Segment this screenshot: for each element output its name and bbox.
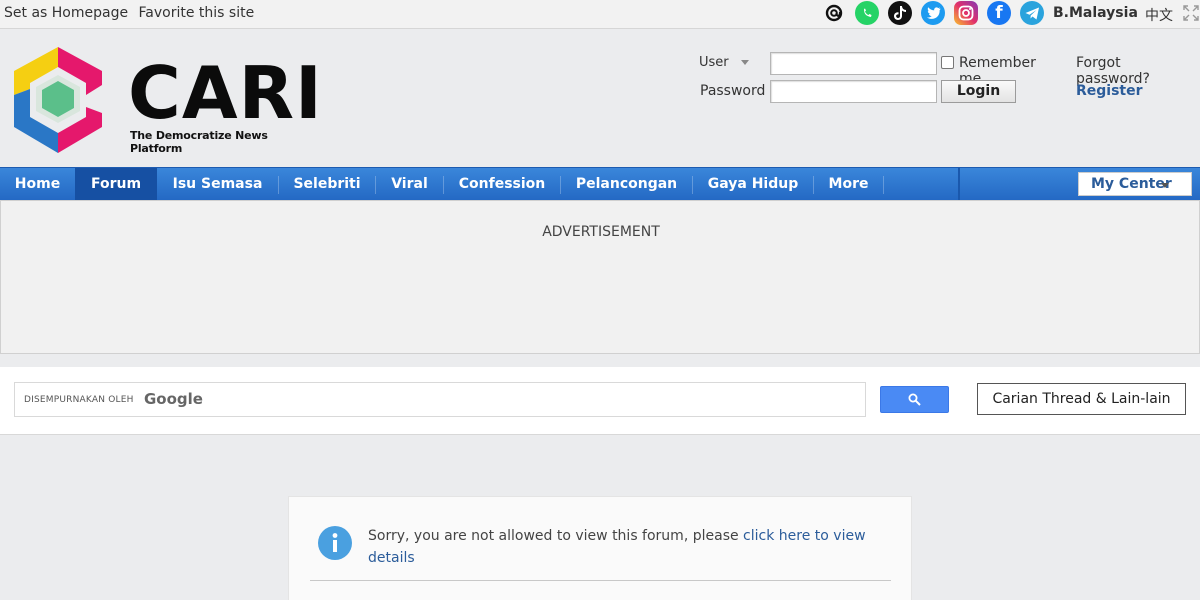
site-logo[interactable]: CARI The Democratize News Platform — [8, 43, 322, 155]
notice-message: Sorry, you are not allowed to view this … — [368, 525, 888, 569]
telegram-icon[interactable] — [1020, 1, 1044, 25]
nav-item-selebriti[interactable]: Selebriti — [279, 168, 375, 200]
permission-notice: Sorry, you are not allowed to view this … — [288, 496, 912, 600]
nav-separator — [883, 176, 884, 194]
logo-wordmark: CARI — [128, 51, 323, 135]
register-link[interactable]: Register — [1076, 83, 1143, 99]
language-chinese[interactable]: 中文 — [1145, 5, 1173, 25]
tiktok-icon[interactable] — [888, 1, 912, 25]
nav-item-forum[interactable]: Forum — [75, 168, 157, 200]
remember-me-checkbox[interactable] — [941, 56, 954, 69]
password-label: Password — [700, 83, 766, 99]
favorite-site-link[interactable]: Favorite this site — [139, 5, 255, 21]
whatsapp-icon[interactable] — [855, 1, 879, 25]
notice-divider — [310, 580, 891, 581]
threads-icon[interactable] — [822, 1, 846, 25]
powered-by-label: DISEMPURNAKAN OLEH — [24, 395, 134, 405]
advertisement-label: ADVERTISEMENT — [542, 224, 660, 240]
nav-item-confession[interactable]: Confession — [444, 168, 560, 200]
user-label[interactable]: User — [699, 55, 729, 70]
my-center-label: My Center — [1091, 176, 1172, 192]
carian-thread-button[interactable]: Carian Thread & Lain-lain — [977, 383, 1186, 415]
fullscreen-icon[interactable] — [1183, 5, 1199, 25]
set-homepage-link[interactable]: Set as Homepage — [4, 5, 128, 21]
logo-tagline: The Democratize News Platform — [130, 129, 268, 155]
search-icon — [908, 393, 921, 406]
chevron-down-icon — [1161, 183, 1169, 188]
google-search-input[interactable]: DISEMPURNAKAN OLEH Google — [14, 382, 866, 417]
search-bar: DISEMPURNAKAN OLEH Google Carian Thread … — [0, 367, 1200, 435]
login-button[interactable]: Login — [941, 80, 1016, 103]
nav-item-home[interactable]: Home — [0, 168, 75, 200]
top-bar: Set as Homepage Favorite this site f B.M… — [0, 0, 1200, 29]
user-dropdown-caret-icon[interactable] — [741, 60, 749, 65]
password-input[interactable] — [770, 80, 937, 103]
notice-text: Sorry, you are not allowed to view this … — [368, 528, 744, 544]
nav-item-pelancongan[interactable]: Pelancongan — [561, 168, 692, 200]
main-nav: Home Forum Isu Semasa Selebriti Viral Co… — [0, 167, 1200, 200]
google-search-button[interactable] — [880, 386, 949, 413]
top-links: Set as Homepage Favorite this site — [4, 5, 260, 21]
nav-item-more[interactable]: More — [814, 168, 883, 200]
username-input[interactable] — [770, 52, 937, 75]
nav-divider — [958, 168, 960, 200]
nav-item-viral[interactable]: Viral — [376, 168, 443, 200]
twitter-icon[interactable] — [921, 1, 945, 25]
instagram-icon[interactable] — [954, 1, 978, 25]
google-logo: Google — [144, 390, 203, 408]
facebook-icon[interactable]: f — [987, 1, 1011, 25]
my-center-dropdown[interactable]: My Center — [1078, 172, 1192, 196]
language-malay[interactable]: B.Malaysia — [1053, 5, 1138, 21]
nav-item-isu-semasa[interactable]: Isu Semasa — [157, 168, 278, 200]
info-icon — [318, 526, 352, 560]
nav-item-gaya-hidup[interactable]: Gaya Hidup — [693, 168, 813, 200]
advertisement-block: ADVERTISEMENT — [0, 200, 1200, 354]
cari-hexagon-icon — [14, 47, 102, 153]
